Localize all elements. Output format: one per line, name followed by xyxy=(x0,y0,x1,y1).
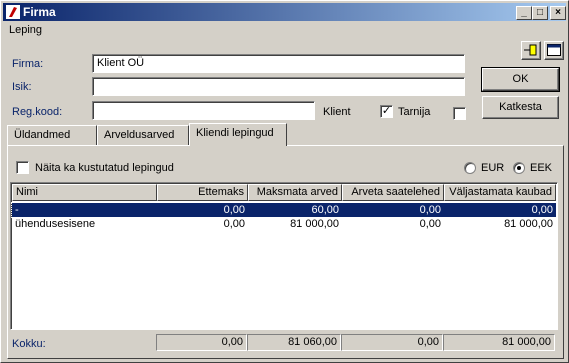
window-title: Firma xyxy=(23,5,56,19)
table-cell: 81 000,00 xyxy=(290,218,339,230)
table-cell: 0,00 xyxy=(419,218,441,230)
contracts-table[interactable]: Nimi Ettemaks Maksmata arved Arveta saat… xyxy=(10,182,558,330)
eur-label: EUR xyxy=(481,162,505,174)
tarnija-label: Tarnija xyxy=(398,106,431,118)
totals-label: Kokku: xyxy=(12,338,46,350)
total-arveta-saatelehed: 0,00 xyxy=(341,334,443,351)
show-deleted-checkbox[interactable] xyxy=(16,161,29,174)
klient-checkbox[interactable]: ✓ xyxy=(380,105,393,118)
menu-item-leping[interactable]: Leping xyxy=(9,24,42,36)
tarnija-checkbox[interactable] xyxy=(453,107,466,120)
window-button[interactable] xyxy=(544,41,564,60)
eek-label: EEK xyxy=(530,162,553,174)
app-icon xyxy=(6,5,20,19)
tab-kliendi-lepingud[interactable]: Kliendi lepingud xyxy=(189,123,287,146)
column-header[interactable]: Nimi xyxy=(12,184,157,201)
column-header[interactable]: Arveta saatelehed xyxy=(342,184,444,201)
total-ettemaks: 0,00 xyxy=(156,334,247,351)
isik-field[interactable] xyxy=(92,77,465,96)
regkood-field[interactable] xyxy=(92,101,315,120)
eek-radio[interactable] xyxy=(513,162,525,174)
firma-field[interactable]: Klient OÜ xyxy=(92,54,465,73)
connect-button[interactable] xyxy=(521,41,541,60)
title-bar[interactable]: Firma _ □ × xyxy=(3,3,566,21)
tab-uldandmed[interactable]: Üldandmed xyxy=(7,125,97,145)
table-cell: ühendusesisene xyxy=(15,218,96,230)
maximize-button[interactable]: □ xyxy=(532,6,548,20)
table-row[interactable]: ühendusesisene 0,00 81 000,00 0,00 81 00… xyxy=(12,217,556,231)
column-header[interactable]: Ettemaks xyxy=(157,184,248,201)
minimize-button[interactable]: _ xyxy=(516,6,532,20)
eur-radio[interactable] xyxy=(464,162,476,174)
column-header[interactable]: Väljastamata kaubad xyxy=(444,184,556,201)
table-header: Nimi Ettemaks Maksmata arved Arveta saat… xyxy=(12,184,556,201)
total-valjastamata-kaubad: 81 000,00 xyxy=(443,334,555,351)
plug-icon xyxy=(524,44,537,56)
table-cell: 0,00 xyxy=(419,204,441,216)
table-cell: 60,00 xyxy=(311,204,339,216)
table-row[interactable]: - 0,00 60,00 0,00 0,00 xyxy=(11,202,557,218)
table-cell: 0,00 xyxy=(223,204,245,216)
close-button[interactable]: × xyxy=(550,6,566,20)
tab-arveldusarved[interactable]: Arveldusarved xyxy=(97,125,189,145)
isik-label: Isik: xyxy=(12,81,32,93)
klient-label: Klient xyxy=(323,106,351,118)
table-cell: - xyxy=(15,204,19,216)
table-cell: 0,00 xyxy=(531,204,553,216)
regkood-label: Reg.kood: xyxy=(12,106,63,118)
cancel-button[interactable]: Katkesta xyxy=(482,96,559,119)
column-header[interactable]: Maksmata arved xyxy=(248,184,342,201)
table-cell: 81 000,00 xyxy=(504,218,553,230)
table-cell: 0,00 xyxy=(223,218,245,230)
window-icon xyxy=(547,44,561,56)
dialog-window: Firma _ □ × Leping Firma: Klient OÜ Isik… xyxy=(0,0,569,363)
total-maksmata-arved: 81 060,00 xyxy=(247,334,341,351)
firma-label: Firma: xyxy=(12,58,44,70)
ok-button[interactable]: OK xyxy=(481,67,560,92)
show-deleted-label: Näita ka kustutatud lepingud xyxy=(35,162,174,174)
